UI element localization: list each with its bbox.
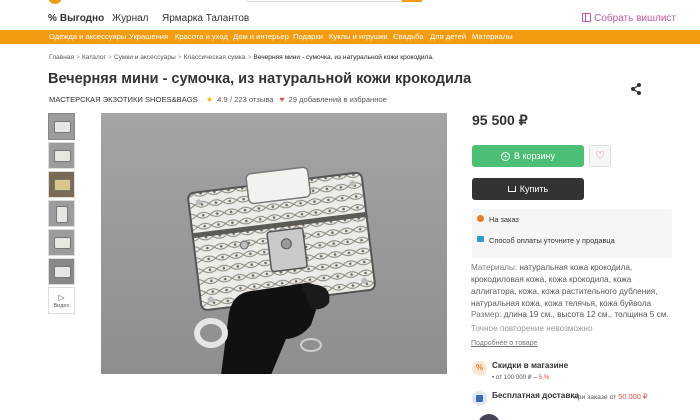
avatar[interactable] <box>478 414 500 420</box>
size-property: Размер: длина 19 см., высота 12 см., тол… <box>471 310 669 319</box>
search-button[interactable] <box>402 0 422 2</box>
bag-thumbnail-image <box>54 266 71 278</box>
main-product-image[interactable] <box>101 113 447 374</box>
materials-label: Материалы: <box>471 263 518 272</box>
breadcrumb-item[interactable]: Главная <box>49 54 74 61</box>
promo-condition: • от 100 000 ₽ – 5 % <box>492 374 550 381</box>
reviews-link[interactable]: / 223 отзыва <box>230 95 274 104</box>
category-clothing[interactable]: Одежда и аксессуары <box>49 32 126 41</box>
nav-item-fair[interactable]: Ярмарка Талантов <box>162 13 249 24</box>
payment-info: Способ оплаты уточните у продавца <box>489 236 615 245</box>
thumbnail[interactable] <box>48 258 75 285</box>
cart-icon <box>507 186 516 192</box>
thumbnail[interactable] <box>48 113 75 140</box>
clock-icon <box>477 215 484 222</box>
promo-threshold: от 100 000 ₽ – <box>495 374 537 381</box>
shop-name-link[interactable]: МАСТЕРСКАЯ ЭКЗОТИКИ SHOES&BAGS <box>49 95 198 104</box>
rating-value: 4.9 <box>217 95 228 104</box>
shipping-condition: при заказе от 50 000 ₽ <box>574 392 648 401</box>
thumbnail[interactable] <box>48 171 75 198</box>
shipping-title: Бесплатная доставка <box>492 391 580 400</box>
breadcrumb-separator: > <box>177 54 182 61</box>
nav-item-journal[interactable]: Журнал <box>112 13 149 24</box>
order-type: На заказ <box>489 215 519 224</box>
wishlist-button[interactable]: Собрать вишлист <box>582 13 676 24</box>
exact-repeat-note: Точное повторение невозможно <box>471 324 593 333</box>
shipping-threshold-label: при заказе от <box>574 394 617 401</box>
category-materials[interactable]: Материалы <box>472 32 513 41</box>
add-to-cart-button[interactable]: + В корзину <box>472 145 584 167</box>
nav-label: Выгодно <box>59 13 105 24</box>
thumbnail[interactable] <box>48 229 75 256</box>
bag-thumbnail-image <box>54 150 71 162</box>
heart-icon: ♥ <box>279 95 285 104</box>
page-title: Вечерняя мини - сумочка, из натуральной … <box>48 71 472 87</box>
box-icon <box>476 395 483 402</box>
breadcrumb-current: Вечерняя мини - сумочка, из натуральной … <box>253 54 434 61</box>
promo-discount: 5 % <box>538 374 550 381</box>
size-value: длина 19 см., высота 12 см., толщина 5 с… <box>503 310 669 319</box>
top-strip <box>0 0 700 6</box>
breadcrumb-separator: > <box>76 54 80 61</box>
gift-icon <box>582 13 592 22</box>
materials-property: Материалы: натуральная кожа крокодила, к… <box>471 262 671 310</box>
price: 95 500 ₽ <box>472 112 528 128</box>
nav-item-profit[interactable]: % Выгодно <box>48 13 104 24</box>
header-nav: % Выгодно Журнал Ярмарка Талантов Собрать… <box>0 8 700 30</box>
thumbnail[interactable] <box>48 200 75 227</box>
favorites-count: 29 добавлений в избранное <box>288 95 387 104</box>
more-details-link[interactable]: Подробнее о товаре <box>471 340 537 347</box>
category-beauty[interactable]: Красота и уход <box>175 32 228 41</box>
play-icon: ▷ <box>58 293 65 302</box>
heart-outline-icon: ♡ <box>595 150 605 162</box>
order-info-box: На заказ Способ оплаты уточните у продав… <box>472 209 672 258</box>
video-label: Видео <box>53 303 70 309</box>
category-home[interactable]: Дом и интерьер <box>233 32 289 41</box>
wishlist-label: Собрать вишлист <box>594 13 676 24</box>
bag-thumbnail-image <box>54 237 71 249</box>
category-wedding[interactable]: Свадьба <box>393 32 423 41</box>
buy-button[interactable]: Купить <box>472 178 584 200</box>
share-icon[interactable] <box>629 82 643 96</box>
category-bar: Одежда и аксессуары Украшения Красота и … <box>0 30 700 44</box>
size-label: Размер: <box>471 310 502 319</box>
category-toys[interactable]: Куклы и игрушки <box>329 32 388 41</box>
thumbnail[interactable] <box>48 142 75 169</box>
breadcrumb-separator: > <box>107 54 112 61</box>
bag-thumbnail-image <box>56 206 68 223</box>
shop-info-row: МАСТЕРСКАЯ ЭКЗОТИКИ SHOES&BAGS ★ 4.9 / 2… <box>49 95 387 104</box>
breadcrumb-separator: > <box>247 54 252 61</box>
breadcrumb-item[interactable]: Сумки и аксессуары <box>114 54 176 61</box>
category-kids[interactable]: Для детей <box>430 32 466 41</box>
category-gifts[interactable]: Подарки <box>293 32 323 41</box>
buy-button-label: Купить <box>519 184 549 194</box>
percent-icon: % <box>48 13 57 24</box>
breadcrumb-item[interactable]: Каталог <box>82 54 106 61</box>
card-icon <box>477 236 484 242</box>
logo-icon[interactable] <box>48 0 62 4</box>
favorite-button[interactable]: ♡ <box>589 145 611 167</box>
percent-icon: % <box>476 363 484 372</box>
delivery-icon <box>472 391 487 406</box>
star-icon: ★ <box>205 95 214 104</box>
bag-thumbnail-image <box>54 121 71 133</box>
breadcrumb-item[interactable]: Классическая сумка <box>184 54 246 61</box>
crocodile-bag-photo <box>101 113 447 374</box>
bag-thumbnail-image <box>54 179 71 191</box>
thumbnail-list: ▷ Видео <box>48 113 76 314</box>
breadcrumb: Главная > Каталог > Сумки и аксессуары > Класс… <box>49 54 434 61</box>
discount-icon: % <box>472 361 487 376</box>
video-thumbnail[interactable]: ▷ Видео <box>48 287 75 314</box>
category-jewelry[interactable]: Украшения <box>129 32 168 41</box>
search-input[interactable] <box>246 0 402 2</box>
plus-icon: + <box>500 152 510 161</box>
cart-button-label: В корзину <box>513 151 556 161</box>
shipping-amount: 50 000 ₽ <box>618 392 648 401</box>
promo-title: Скидки в магазине <box>492 361 569 370</box>
